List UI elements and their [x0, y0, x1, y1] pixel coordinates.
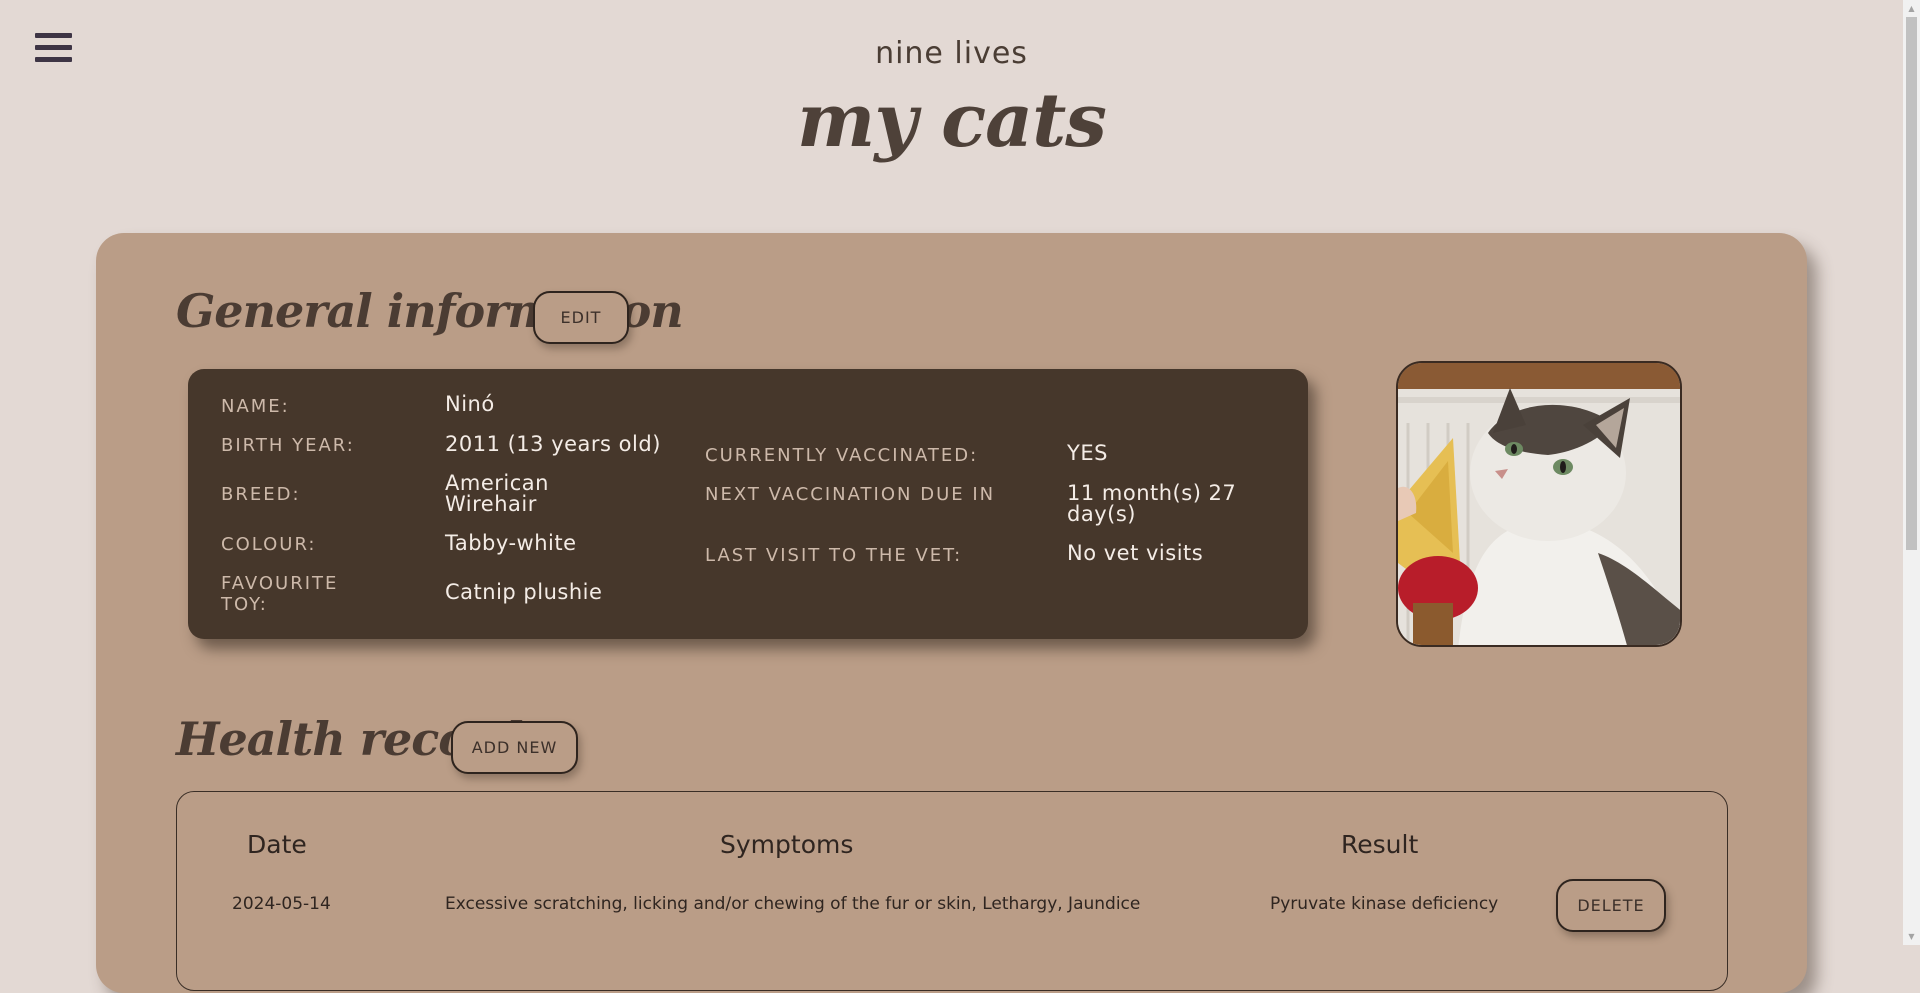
breed-label: BREED:: [221, 484, 301, 505]
edit-button[interactable]: EDIT: [533, 291, 629, 344]
birth-year-label: BIRTH YEAR:: [221, 435, 355, 456]
scroll-down-arrow-icon[interactable]: ▼: [1903, 928, 1920, 945]
record-result: Pyruvate kinase deficiency: [1270, 894, 1499, 914]
scroll-up-arrow-icon[interactable]: ▲: [1903, 0, 1920, 17]
vaccinated-label: CURRENTLY VACCINATED:: [705, 445, 979, 466]
name-label: NAME:: [221, 396, 290, 417]
column-header-date: Date: [247, 830, 307, 859]
page-title: my cats: [797, 78, 1107, 164]
last-visit-label: LAST VISIT TO THE VET:: [705, 545, 963, 566]
cat-photo-image: [1398, 363, 1680, 645]
favourite-toy-value: Catnip plushie: [445, 580, 603, 604]
site-name: nine lives: [875, 36, 1028, 71]
record-date: 2024-05-14: [232, 894, 331, 914]
column-header-result: Result: [1341, 830, 1419, 859]
breed-value: American Wirehair: [445, 471, 549, 516]
column-header-symptoms: Symptoms: [720, 830, 854, 859]
record-symptoms: Excessive scratching, licking and/or che…: [445, 894, 1141, 914]
birth-year-value: 2011 (13 years old): [445, 432, 661, 456]
colour-label: COLOUR:: [221, 534, 317, 555]
next-vaccination-label: NEXT VACCINATION DUE IN: [705, 484, 996, 505]
health-records-table: [176, 791, 1728, 991]
page-scrollbar[interactable]: ▲ ▼: [1903, 0, 1920, 945]
name-value: Ninó: [445, 392, 495, 416]
colour-value: Tabby-white: [445, 531, 577, 555]
last-visit-value: No vet visits: [1067, 541, 1204, 565]
scrollbar-thumb[interactable]: [1906, 17, 1917, 550]
vaccinated-value: YES: [1067, 441, 1108, 465]
add-new-button[interactable]: ADD NEW: [451, 721, 578, 774]
next-vaccination-value: 11 month(s) 27 day(s): [1067, 481, 1237, 526]
delete-record-button[interactable]: DELETE: [1556, 879, 1666, 932]
favourite-toy-label: FAVOURITE TOY:: [221, 573, 339, 615]
cat-photo: [1396, 361, 1682, 647]
